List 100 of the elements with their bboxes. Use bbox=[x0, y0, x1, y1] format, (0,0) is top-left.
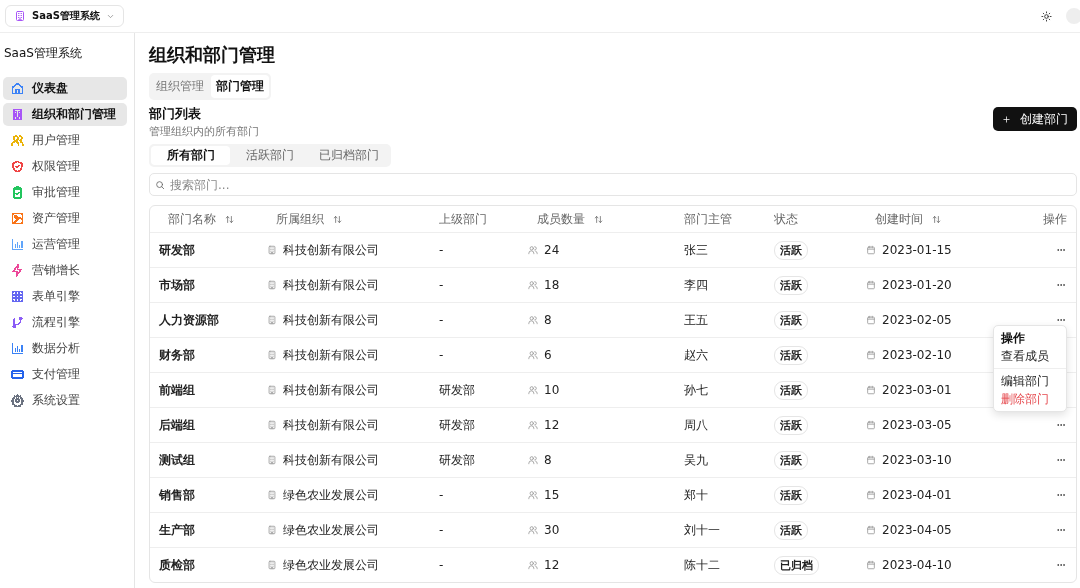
status-badge: 活跃 bbox=[774, 520, 808, 540]
sidebar-item[interactable]: 组织和部门管理 bbox=[3, 103, 127, 126]
column-header: 所属组织 bbox=[276, 210, 324, 228]
column-header: 部门主管 bbox=[684, 210, 732, 228]
users-icon bbox=[528, 245, 538, 255]
manager-name: 周八 bbox=[684, 416, 708, 434]
manager-name: 孙七 bbox=[684, 381, 708, 399]
users-icon bbox=[528, 280, 538, 290]
users-icon bbox=[528, 560, 538, 570]
sidebar-item[interactable]: 系统设置 bbox=[3, 389, 127, 412]
filter-tab[interactable]: 已归档部门 bbox=[309, 146, 389, 165]
sort-icon[interactable] bbox=[333, 214, 342, 224]
sidebar-item[interactable]: 仪表盘 bbox=[3, 77, 127, 100]
created-date: 2023-01-20 bbox=[882, 278, 952, 292]
member-count: 6 bbox=[544, 348, 552, 362]
building-icon bbox=[267, 490, 277, 500]
status-badge: 活跃 bbox=[774, 275, 808, 295]
menu-item[interactable]: 查看成员 bbox=[994, 347, 1066, 365]
calendar-icon bbox=[866, 350, 876, 360]
member-count: 8 bbox=[544, 453, 552, 467]
sidebar-item[interactable]: 营销增长 bbox=[3, 259, 127, 282]
sun-icon[interactable] bbox=[1041, 10, 1052, 22]
manager-name: 王五 bbox=[684, 311, 708, 329]
sort-icon[interactable] bbox=[932, 214, 941, 224]
calendar-icon bbox=[866, 315, 876, 325]
users-icon bbox=[528, 420, 538, 430]
menu-item[interactable]: 编辑部门 bbox=[994, 372, 1066, 390]
calendar-icon bbox=[866, 525, 876, 535]
calendar-icon bbox=[866, 490, 876, 500]
department-name: 前端组 bbox=[159, 381, 195, 399]
created-date: 2023-04-01 bbox=[882, 488, 952, 502]
parent-department: 研发部 bbox=[439, 381, 475, 399]
tab[interactable]: 组织管理 bbox=[151, 75, 209, 98]
organization-name: 科技创新有限公司 bbox=[283, 311, 379, 329]
parent-department: - bbox=[439, 278, 444, 292]
member-count: 30 bbox=[544, 523, 560, 537]
created-date: 2023-03-05 bbox=[882, 418, 952, 432]
sidebar-item[interactable]: 运营管理 bbox=[3, 233, 127, 256]
sidebar-title: SaaS管理系统 bbox=[4, 45, 83, 62]
member-count: 15 bbox=[544, 488, 560, 502]
calendar-icon bbox=[866, 420, 876, 430]
sidebar-item[interactable]: 用户管理 bbox=[3, 129, 127, 152]
manager-name: 张三 bbox=[684, 241, 708, 259]
calendar-icon bbox=[866, 560, 876, 570]
manager-name: 陈十二 bbox=[684, 556, 720, 574]
building-icon bbox=[267, 560, 277, 570]
building-icon bbox=[267, 350, 277, 360]
status-badge: 活跃 bbox=[774, 415, 808, 435]
parent-department: - bbox=[439, 348, 444, 362]
building-icon bbox=[267, 385, 277, 395]
status-badge: 活跃 bbox=[774, 240, 808, 260]
organization-name: 科技创新有限公司 bbox=[283, 241, 379, 259]
sidebar-item[interactable]: 资产管理 bbox=[3, 207, 127, 230]
sidebar-item[interactable]: 权限管理 bbox=[3, 155, 127, 178]
manager-name: 刘十一 bbox=[684, 521, 720, 539]
organization-name: 绿色农业发展公司 bbox=[283, 521, 379, 539]
users-icon bbox=[528, 315, 538, 325]
menu-item[interactable]: 删除部门 bbox=[994, 390, 1066, 408]
department-name: 后端组 bbox=[159, 416, 195, 434]
sort-icon[interactable] bbox=[594, 214, 603, 224]
filter-tab[interactable]: 所有部门 bbox=[151, 146, 231, 165]
sidebar-item[interactable]: 支付管理 bbox=[3, 363, 127, 386]
create-button[interactable]: 创建部门 bbox=[993, 107, 1077, 131]
filter-tab[interactable]: 活跃部门 bbox=[230, 146, 310, 165]
app-switcher[interactable]: SaaS管理系统 bbox=[5, 5, 124, 27]
department-name: 财务部 bbox=[159, 346, 195, 364]
users-icon bbox=[528, 490, 538, 500]
building-icon bbox=[14, 10, 26, 22]
created-date: 2023-02-10 bbox=[882, 348, 952, 362]
organization-name: 科技创新有限公司 bbox=[283, 381, 379, 399]
member-count: 12 bbox=[544, 558, 560, 572]
sidebar-item[interactable]: 表单引擎 bbox=[3, 285, 127, 308]
column-header: 成员数量 bbox=[537, 210, 585, 228]
department-name: 销售部 bbox=[159, 486, 195, 504]
sort-icon[interactable] bbox=[225, 214, 234, 224]
calendar-icon bbox=[866, 455, 876, 465]
member-count: 12 bbox=[544, 418, 560, 432]
search-field[interactable]: 搜索部门... bbox=[149, 173, 1077, 196]
organization-name: 科技创新有限公司 bbox=[283, 416, 379, 434]
page-title: 组织和部门管理 bbox=[149, 43, 275, 67]
tab[interactable]: 部门管理 bbox=[211, 75, 269, 98]
organization-name: 绿色农业发展公司 bbox=[283, 556, 379, 574]
parent-department: - bbox=[439, 523, 444, 537]
column-header: 操作 bbox=[1043, 210, 1067, 228]
status-badge: 活跃 bbox=[774, 310, 808, 330]
plus-icon bbox=[1002, 114, 1011, 124]
sidebar-item[interactable]: 数据分析 bbox=[3, 337, 127, 360]
sidebar-item[interactable]: 审批管理 bbox=[3, 181, 127, 204]
calendar-icon bbox=[866, 280, 876, 290]
sidebar-item[interactable]: 流程引擎 bbox=[3, 311, 127, 334]
calendar-icon bbox=[866, 245, 876, 255]
created-date: 2023-04-05 bbox=[882, 523, 952, 537]
building-icon bbox=[267, 315, 277, 325]
manager-name: 赵六 bbox=[684, 346, 708, 364]
organization-name: 绿色农业发展公司 bbox=[283, 486, 379, 504]
parent-department: - bbox=[439, 313, 444, 327]
parent-department: - bbox=[439, 243, 444, 257]
department-name: 质检部 bbox=[159, 556, 195, 574]
created-date: 2023-03-01 bbox=[882, 383, 952, 397]
section-subtitle: 管理组织内的所有部门 bbox=[149, 124, 259, 139]
